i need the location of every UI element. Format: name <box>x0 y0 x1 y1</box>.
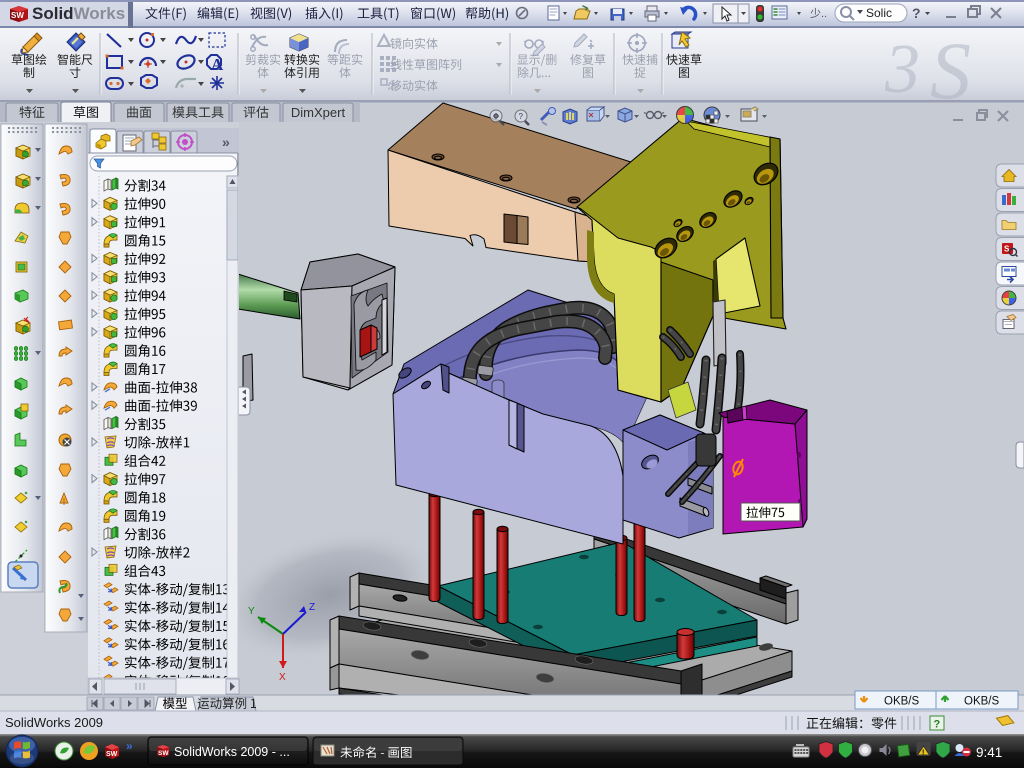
svg-text:A: A <box>211 55 224 74</box>
svg-text:SW: SW <box>106 751 118 758</box>
svg-text:Y: Y <box>248 606 255 617</box>
svg-text:OKB/S: OKB/S <box>884 696 919 708</box>
svg-text:»: » <box>126 739 133 753</box>
svg-text:!: ! <box>922 750 924 757</box>
svg-text:?: ? <box>934 719 941 731</box>
svg-text:?: ? <box>519 112 524 121</box>
svg-text:SolidWorks 2009 - ...: SolidWorks 2009 - ... <box>174 745 290 759</box>
svg-text:少..: 少.. <box>810 7 827 20</box>
svg-text:9:41: 9:41 <box>976 745 1002 760</box>
svg-text:SolidWorks: SolidWorks <box>32 4 125 23</box>
svg-text:?: ? <box>912 5 921 21</box>
svg-text:Solic: Solic <box>866 6 892 20</box>
svg-text:OKB/S: OKB/S <box>964 696 999 708</box>
svg-text:SW: SW <box>158 750 169 757</box>
svg-text:DimXpert: DimXpert <box>291 105 346 120</box>
svg-text:X: X <box>279 672 286 683</box>
svg-text:SW: SW <box>11 11 24 20</box>
svg-text:SolidWorks 2009: SolidWorks 2009 <box>5 715 103 730</box>
svg-text:!: ! <box>386 37 389 47</box>
svg-text:Z: Z <box>309 602 315 613</box>
svg-text:»: » <box>222 134 230 150</box>
svg-text:3: 3 <box>884 31 920 108</box>
